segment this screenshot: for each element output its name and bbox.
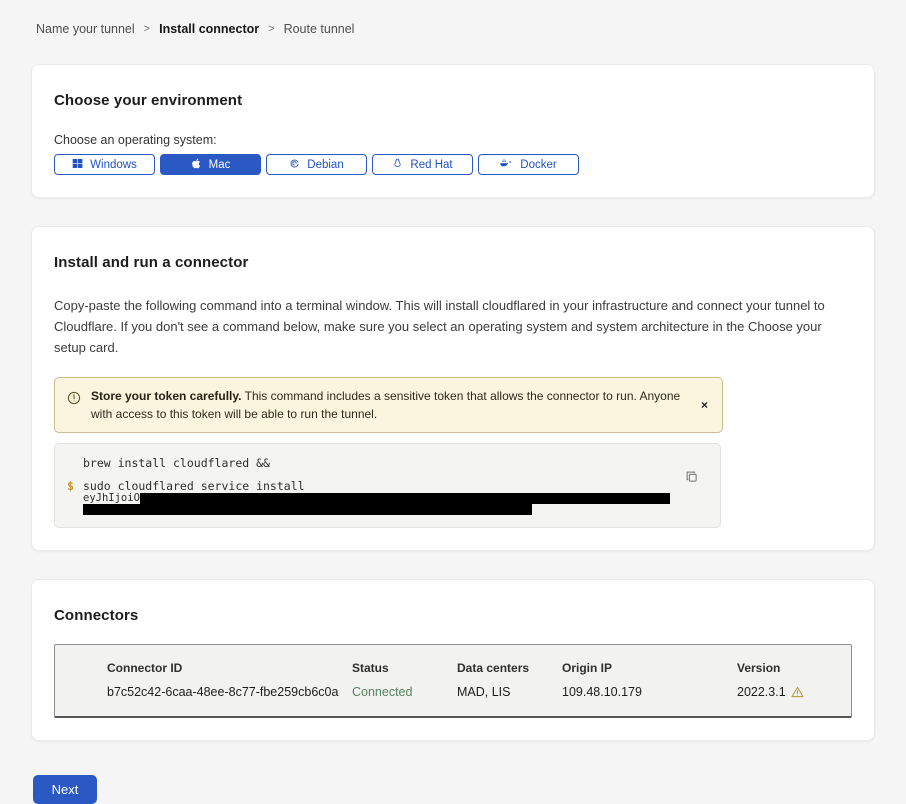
code-line-token-continued xyxy=(55,504,670,515)
token-prefix-text: eyJhIjoiO xyxy=(83,493,140,504)
windows-icon xyxy=(72,158,83,172)
os-button-redhat[interactable]: Red Hat xyxy=(372,154,473,175)
docker-icon xyxy=(500,158,513,172)
connector-id-value: b7c52c42-6caa-48ee-8c77-fbe259cb6c0a xyxy=(107,685,352,699)
breadcrumb: Name your tunnel > Install connector > R… xyxy=(36,22,875,36)
os-button-label: Debian xyxy=(307,159,343,171)
warning-triangle-icon xyxy=(791,686,804,698)
token-warning-text: Store your token carefully. This command… xyxy=(91,387,682,423)
connectors-title: Connectors xyxy=(54,607,852,624)
next-button[interactable]: Next xyxy=(33,775,97,804)
connectors-table-header: Connector ID Status Data centers Origin … xyxy=(107,661,851,675)
shell-prompt: $ xyxy=(67,479,74,493)
choose-environment-card: Choose your environment Choose an operat… xyxy=(31,64,875,198)
token-warning-title: Store your token carefully. xyxy=(91,389,242,403)
install-command-codeblock: brew install cloudflared && $ sudo cloud… xyxy=(54,443,721,528)
os-button-debian[interactable]: Debian xyxy=(266,154,367,175)
column-header-data-centers: Data centers xyxy=(457,661,562,675)
breadcrumb-separator: > xyxy=(268,23,274,35)
breadcrumb-separator: > xyxy=(144,23,150,35)
os-button-group: Windows Mac Debian Red Hat xyxy=(54,154,852,175)
os-button-mac[interactable]: Mac xyxy=(160,154,261,175)
table-row: b7c52c42-6caa-48ee-8c77-fbe259cb6c0a Con… xyxy=(107,685,851,699)
os-button-docker[interactable]: Docker xyxy=(478,154,579,175)
column-header-origin-ip: Origin IP xyxy=(562,661,737,675)
status-badge: Connected xyxy=(352,685,457,699)
copy-command-button[interactable] xyxy=(686,471,698,483)
breadcrumb-step-route-tunnel: Route tunnel xyxy=(284,22,355,36)
code-line-gap xyxy=(55,470,670,479)
install-connector-description: Copy-paste the following command into a … xyxy=(54,295,852,358)
os-button-label: Docker xyxy=(520,159,556,171)
os-button-label: Mac xyxy=(209,159,231,171)
os-button-label: Windows xyxy=(90,159,137,171)
close-icon[interactable]: × xyxy=(701,399,708,411)
connectors-table: Connector ID Status Data centers Origin … xyxy=(54,644,852,718)
copy-icon xyxy=(686,471,698,483)
info-circle-icon xyxy=(67,391,81,405)
code-line-token: eyJhIjoiO xyxy=(55,493,670,504)
token-warning-banner: Store your token carefully. This command… xyxy=(54,377,723,433)
os-select-label: Choose an operating system: xyxy=(54,133,852,147)
breadcrumb-step-name-your-tunnel[interactable]: Name your tunnel xyxy=(36,22,135,36)
tunnel-setup-page: Name your tunnel > Install connector > R… xyxy=(0,0,906,804)
breadcrumb-step-install-connector: Install connector xyxy=(159,22,259,36)
install-connector-card: Install and run a connector Copy-paste t… xyxy=(31,226,875,551)
column-header-version: Version xyxy=(737,661,851,675)
code-line-brew: brew install cloudflared && xyxy=(55,456,670,470)
column-header-connector-id: Connector ID xyxy=(107,661,352,675)
debian-icon xyxy=(289,158,300,172)
origin-ip-value: 109.48.10.179 xyxy=(562,685,737,699)
version-number: 2022.3.1 xyxy=(737,685,786,699)
install-connector-title: Install and run a connector xyxy=(54,254,852,271)
code-line-sudo: sudo cloudflared service install xyxy=(55,479,670,493)
redhat-icon xyxy=(392,158,403,172)
choose-environment-title: Choose your environment xyxy=(54,92,852,109)
apple-icon xyxy=(191,158,202,172)
os-button-label: Red Hat xyxy=(410,159,452,171)
connectors-card: Connectors Connector ID Status Data cent… xyxy=(31,579,875,741)
version-value: 2022.3.1 xyxy=(737,685,851,699)
column-header-status: Status xyxy=(352,661,457,675)
os-button-windows[interactable]: Windows xyxy=(54,154,155,175)
data-centers-value: MAD, LIS xyxy=(457,685,562,699)
redacted-token-bar xyxy=(83,504,532,515)
redacted-token-bar xyxy=(140,493,670,504)
